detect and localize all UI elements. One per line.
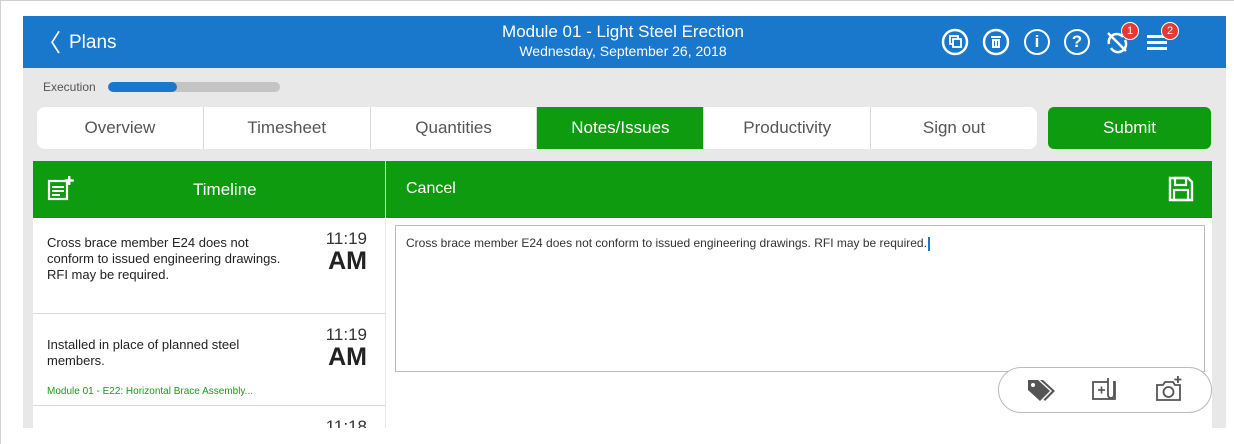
timeline-title: Timeline	[193, 180, 257, 199]
progress-track	[107, 82, 280, 92]
screenshot-frame: 〈 Plans Module 01 - Light Steel Erection…	[0, 0, 1234, 444]
progress-label: Execution	[43, 80, 96, 94]
text-caret	[927, 236, 930, 251]
frame-border-top	[0, 0, 1234, 1]
page-subtitle: Wednesday, September 26, 2018	[519, 43, 727, 59]
timeline-note[interactable]: Installed in place of planned steel memb…	[33, 314, 385, 406]
copy-icon[interactable]	[941, 28, 969, 56]
sync-badge: 1	[1121, 22, 1139, 40]
back-button[interactable]: 〈 Plans	[37, 30, 117, 56]
note-time-value: 11:18	[325, 417, 367, 429]
note-time-value: 11:19	[325, 325, 367, 344]
tab-quantities[interactable]: Quantities	[371, 107, 538, 149]
sync-off-icon[interactable]: 1	[1103, 22, 1139, 56]
note-link[interactable]: Module 01 - E22: Horizontal Brace Assemb…	[47, 386, 253, 397]
help-icon[interactable]: ?	[1063, 28, 1091, 56]
delete-icon[interactable]	[982, 28, 1010, 56]
note-text-content: Cross brace member E24 does not conform …	[406, 236, 927, 250]
back-label: Plans	[69, 32, 117, 53]
note-time: 11:18	[297, 417, 367, 429]
note-time-ampm: AM	[328, 247, 367, 275]
tag-icon[interactable]	[1024, 373, 1058, 407]
attach-icon[interactable]	[1088, 373, 1122, 407]
editor-header: Cancel	[386, 161, 1212, 218]
info-icon[interactable]: i	[1023, 28, 1051, 56]
tab-sign-out[interactable]: Sign out	[871, 107, 1037, 149]
tab-overview[interactable]: Overview	[37, 107, 204, 149]
submit-button[interactable]: Submit	[1048, 107, 1211, 149]
tab-timesheet[interactable]: Timesheet	[204, 107, 371, 149]
note-text: Installed in place of planned steel memb…	[47, 337, 240, 368]
progress-fill	[107, 82, 177, 92]
execution-progress: Execution	[23, 78, 280, 96]
camera-icon[interactable]	[1152, 373, 1186, 407]
note-text: Cross brace member E24 does not conform …	[47, 235, 281, 282]
note-time: 11:19 AM	[297, 325, 367, 371]
chevron-left-icon: 〈	[37, 29, 61, 57]
new-note-icon[interactable]	[47, 175, 75, 203]
note-time: 11:19 AM	[297, 229, 367, 275]
app-window: 〈 Plans Module 01 - Light Steel Erection…	[23, 16, 1226, 428]
page-title-block: Module 01 - Light Steel Erection Wednesd…	[353, 22, 893, 60]
note-time-value: 11:19	[325, 229, 367, 248]
save-icon[interactable]	[1166, 174, 1196, 204]
app-header: 〈 Plans Module 01 - Light Steel Erection…	[23, 16, 1226, 68]
timeline-note[interactable]: Cross brace member E24 does not conform …	[33, 218, 385, 314]
timeline-header: Timeline	[33, 161, 385, 218]
tab-notes-issues[interactable]: Notes/Issues	[537, 107, 705, 149]
timeline-note[interactable]: 11:18	[33, 406, 385, 428]
menu-badge: 2	[1161, 22, 1179, 40]
timeline-panel: Timeline Cross brace member E24 does not…	[33, 161, 385, 428]
cancel-button[interactable]: Cancel	[406, 180, 456, 198]
note-time-ampm: AM	[328, 343, 367, 371]
tab-bar: Overview Timesheet Quantities Notes/Issu…	[37, 107, 1037, 149]
tab-productivity[interactable]: Productivity	[704, 107, 872, 149]
page-title: Module 01 - Light Steel Erection	[502, 22, 744, 41]
frame-border-left	[0, 0, 1, 444]
editor-action-bar	[998, 367, 1212, 413]
menu-icon[interactable]: 2	[1143, 22, 1179, 56]
note-text-area[interactable]: Cross brace member E24 does not conform …	[395, 225, 1205, 372]
note-editor-panel: Cancel Cross brace member E24 does not c…	[386, 161, 1212, 428]
